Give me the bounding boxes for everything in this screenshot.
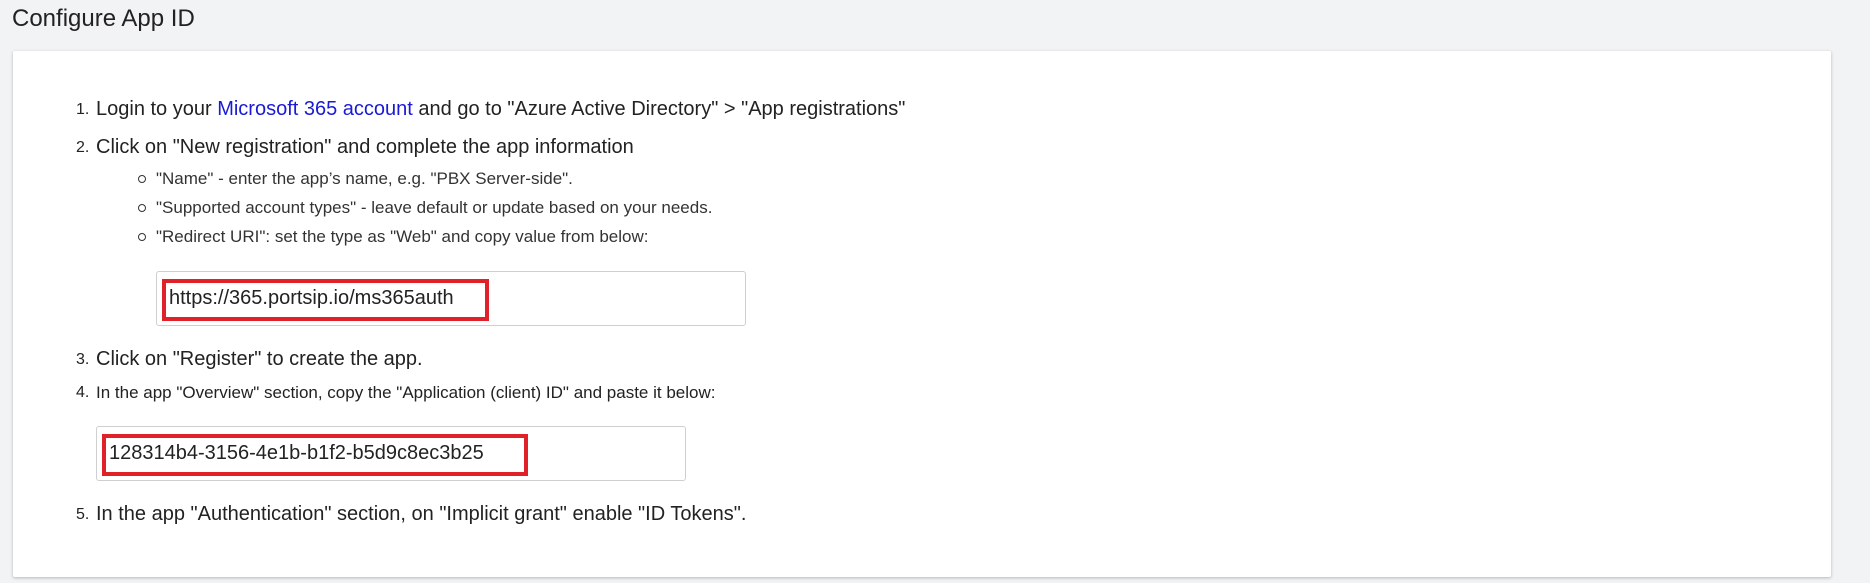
- step-2-subitem-name: "Name" - enter the app’s name, e.g. "PBX…: [138, 169, 573, 189]
- step-number: 5.: [76, 506, 90, 523]
- step-3-text: Click on "Register" to create the app.: [96, 348, 423, 370]
- subitem-text: "Supported account types" - leave defaul…: [156, 198, 713, 217]
- step-number: 4.: [76, 384, 90, 401]
- step-1-prefix: Login to your: [96, 98, 218, 120]
- step-1: 1. Login to your Microsoft 365 account a…: [76, 98, 906, 121]
- bullet-icon: [138, 204, 146, 212]
- step-number: 1.: [76, 101, 90, 118]
- step-2-subitem-redirect-uri: "Redirect URI": set the type as "Web" an…: [138, 227, 649, 247]
- step-1-suffix: and go to "Azure Active Directory" > "Ap…: [412, 98, 906, 120]
- step-4-text: In the app "Overview" section, copy the …: [96, 383, 716, 402]
- step-4: 4. In the app "Overview" section, copy t…: [76, 383, 716, 403]
- step-number: 2.: [76, 139, 90, 156]
- client-id-input[interactable]: [97, 427, 685, 480]
- redirect-uri-input[interactable]: [157, 272, 745, 325]
- redirect-uri-field[interactable]: [156, 271, 746, 326]
- step-3: 3. Click on "Register" to create the app…: [76, 348, 423, 371]
- bullet-icon: [138, 175, 146, 183]
- step-5-text: In the app "Authentication" section, on …: [96, 503, 747, 525]
- page-title: Configure App ID: [12, 5, 195, 32]
- step-2-subitem-account-types: "Supported account types" - leave defaul…: [138, 198, 713, 218]
- subitem-text: "Name" - enter the app’s name, e.g. "PBX…: [156, 169, 573, 188]
- step-2: 2. Click on "New registration" and compl…: [76, 136, 634, 159]
- subitem-text: "Redirect URI": set the type as "Web" an…: [156, 227, 649, 246]
- bullet-icon: [138, 233, 146, 241]
- client-id-field[interactable]: [96, 426, 686, 481]
- step-2-text: Click on "New registration" and complete…: [96, 136, 634, 158]
- microsoft-365-account-link[interactable]: Microsoft 365 account: [217, 98, 413, 120]
- step-number: 3.: [76, 351, 90, 368]
- step-5: 5. In the app "Authentication" section, …: [76, 503, 747, 526]
